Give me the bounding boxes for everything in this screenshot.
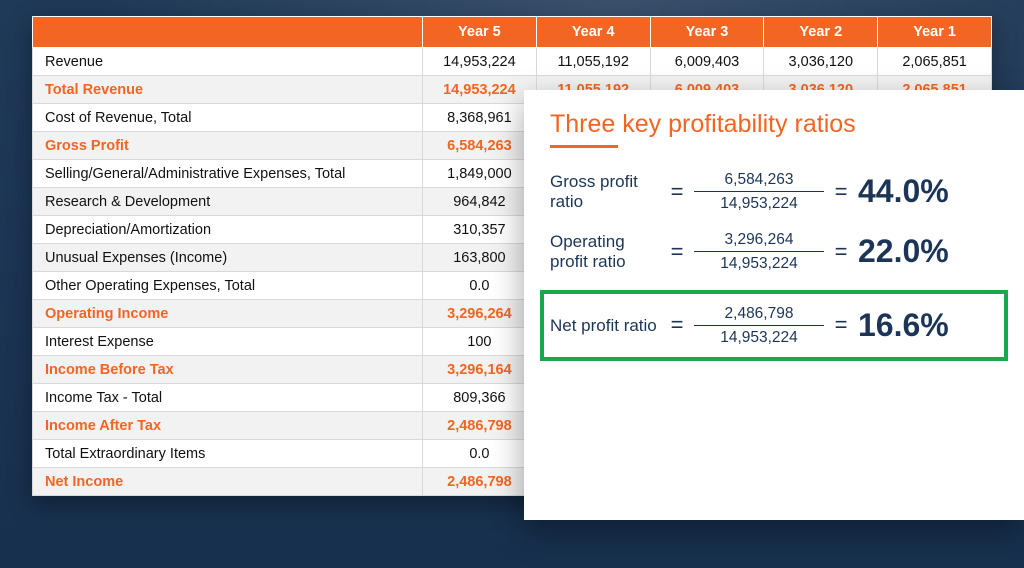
row-label: Unusual Expenses (Income) (33, 244, 423, 272)
row-value: 100 (423, 328, 537, 356)
ratio-fraction: 6,584,263 14,953,224 (694, 170, 824, 214)
row-label: Other Operating Expenses, Total (33, 272, 423, 300)
table-header-year: Year 4 (536, 17, 650, 48)
table-header-year: Year 1 (878, 17, 992, 48)
fraction-bar (694, 191, 824, 192)
ratio-denominator: 14,953,224 (720, 328, 798, 347)
ratio-fraction: 3,296,264 14,953,224 (694, 230, 824, 274)
row-value: 2,486,798 (423, 412, 537, 440)
table-header-year: Year 2 (764, 17, 878, 48)
ratio-percent: 44.0% (858, 173, 998, 210)
ratio-label: Net profit ratio (550, 316, 660, 336)
row-value: 6,584,263 (423, 132, 537, 160)
ratio-percent: 16.6% (858, 307, 998, 344)
accent-rule (550, 145, 618, 148)
row-label: Research & Development (33, 188, 423, 216)
row-value: 3,036,120 (764, 48, 878, 76)
row-label: Operating Income (33, 300, 423, 328)
ratios-title: Three key profitability ratios (550, 110, 998, 139)
row-value: 8,368,961 (423, 104, 537, 132)
ratio-denominator: 14,953,224 (720, 254, 798, 273)
row-value: 3,296,164 (423, 356, 537, 384)
row-label: Income Before Tax (33, 356, 423, 384)
table-header-year: Year 3 (650, 17, 764, 48)
row-label: Total Extraordinary Items (33, 440, 423, 468)
row-label: Depreciation/Amortization (33, 216, 423, 244)
row-label: Selling/General/Administrative Expenses,… (33, 160, 423, 188)
equals-icon: = (832, 179, 850, 205)
ratio-percent: 22.0% (858, 233, 998, 270)
row-label: Revenue (33, 48, 423, 76)
table-header-blank (33, 17, 423, 48)
row-value: 1,849,000 (423, 160, 537, 188)
fraction-bar (694, 325, 824, 326)
ratio-fraction: 2,486,798 14,953,224 (694, 304, 824, 348)
row-value: 6,009,403 (650, 48, 764, 76)
row-value: 2,486,798 (423, 468, 537, 496)
table-header: Year 5 Year 4 Year 3 Year 2 Year 1 (33, 17, 992, 48)
row-value: 11,055,192 (536, 48, 650, 76)
row-label: Total Revenue (33, 76, 423, 104)
row-label: Cost of Revenue, Total (33, 104, 423, 132)
fraction-bar (694, 251, 824, 252)
row-value: 0.0 (423, 440, 537, 468)
ratio-row: Net profit ratio = 2,486,798 14,953,224 = 16.… (540, 290, 1008, 362)
row-label: Interest Expense (33, 328, 423, 356)
row-value: 964,842 (423, 188, 537, 216)
ratio-denominator: 14,953,224 (720, 194, 798, 213)
row-value: 310,357 (423, 216, 537, 244)
row-value: 163,800 (423, 244, 537, 272)
row-value: 3,296,264 (423, 300, 537, 328)
ratio-numerator: 2,486,798 (725, 304, 794, 323)
row-label: Net Income (33, 468, 423, 496)
equals-icon: = (832, 239, 850, 265)
ratios-card: Three key profitability ratios Gross pro… (524, 90, 1024, 520)
table-header-year: Year 5 (423, 17, 537, 48)
row-value: 14,953,224 (423, 48, 537, 76)
ratio-numerator: 3,296,264 (725, 230, 794, 249)
ratio-label: Gross profit ratio (550, 172, 660, 211)
equals-icon: = (668, 312, 686, 338)
row-value: 809,366 (423, 384, 537, 412)
ratio-label: Operating profit ratio (550, 232, 660, 271)
ratio-row: Gross profit ratio = 6,584,263 14,953,224 = 4… (550, 170, 998, 214)
ratio-row: Operating profit ratio = 3,296,264 14,953,2… (550, 230, 998, 274)
ratio-numerator: 6,584,263 (725, 170, 794, 189)
equals-icon: = (668, 239, 686, 265)
row-label: Income Tax - Total (33, 384, 423, 412)
table-row: Revenue14,953,22411,055,1926,009,4033,03… (33, 48, 992, 76)
row-label: Income After Tax (33, 412, 423, 440)
equals-icon: = (832, 312, 850, 338)
row-label: Gross Profit (33, 132, 423, 160)
equals-icon: = (668, 179, 686, 205)
row-value: 0.0 (423, 272, 537, 300)
row-value: 2,065,851 (878, 48, 992, 76)
row-value: 14,953,224 (423, 76, 537, 104)
